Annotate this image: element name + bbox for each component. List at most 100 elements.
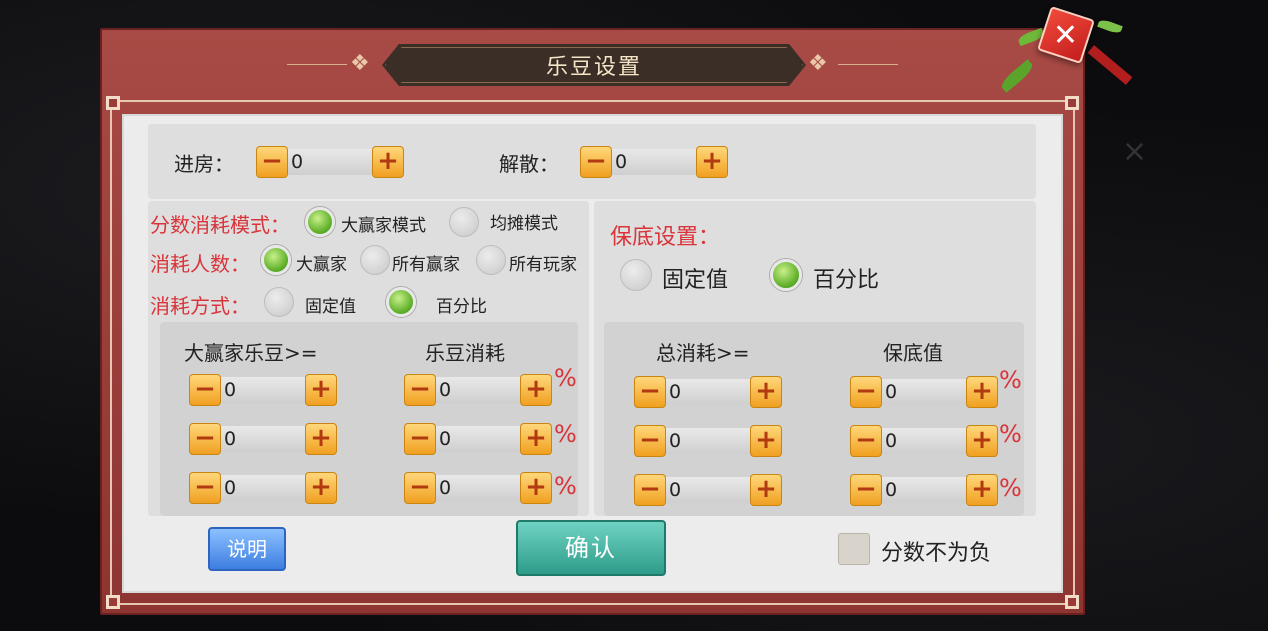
plus-button[interactable]: + xyxy=(750,425,782,457)
radio-guarantee-percent[interactable] xyxy=(770,259,802,291)
threshold-value[interactable]: 0 xyxy=(221,475,305,501)
cost-stepper: − 0 + xyxy=(404,423,552,455)
plus-button[interactable]: + xyxy=(305,374,337,406)
total-value[interactable]: 0 xyxy=(666,428,750,454)
title-line-right xyxy=(838,64,898,65)
consume-method-label: 消耗方式： xyxy=(150,294,250,318)
minus-button[interactable]: − xyxy=(189,423,221,455)
radio-label: 固定值 xyxy=(662,268,729,293)
minus-button[interactable]: − xyxy=(850,425,882,457)
dissolve-value[interactable]: 0 xyxy=(612,149,696,175)
corner-ornament xyxy=(106,96,120,110)
column-header: 保底值 xyxy=(883,341,943,365)
minus-button[interactable]: − xyxy=(850,474,882,506)
enter-room-stepper: − 0 + xyxy=(256,146,404,178)
plus-button[interactable]: + xyxy=(966,376,998,408)
minus-button[interactable]: − xyxy=(634,425,666,457)
percent-sign: % xyxy=(999,366,1022,394)
people-count-label: 消耗人数： xyxy=(150,252,250,276)
minus-button[interactable]: − xyxy=(580,146,612,178)
radio-big-winner[interactable] xyxy=(261,245,291,275)
dialog-title: 乐豆设置 xyxy=(545,55,642,80)
nonnegative-label: 分数不为负 xyxy=(881,541,992,566)
enter-room-label: 进房： xyxy=(174,152,234,176)
plus-button[interactable]: + xyxy=(305,423,337,455)
percent-sign: % xyxy=(554,472,577,500)
minus-button[interactable]: − xyxy=(189,374,221,406)
plus-button[interactable]: + xyxy=(750,474,782,506)
radio-label: 大赢家 xyxy=(296,255,347,275)
cost-value[interactable]: 0 xyxy=(436,475,520,501)
percent-sign: % xyxy=(999,474,1022,502)
column-header: 总消耗>= xyxy=(656,341,750,365)
percent-sign: % xyxy=(554,420,577,448)
minus-button[interactable]: − xyxy=(404,472,436,504)
enter-room-value[interactable]: 0 xyxy=(288,149,372,175)
plus-button[interactable]: + xyxy=(520,423,552,455)
minus-button[interactable]: − xyxy=(850,376,882,408)
minus-button[interactable]: − xyxy=(404,423,436,455)
radio-all-winners[interactable] xyxy=(360,245,390,275)
column-header: 乐豆消耗 xyxy=(425,341,505,365)
threshold-value[interactable]: 0 xyxy=(221,426,305,452)
plus-button[interactable]: + xyxy=(520,374,552,406)
radio-label: 大赢家模式 xyxy=(341,216,426,236)
radio-label: 所有赢家 xyxy=(392,255,460,275)
radio-label: 百分比 xyxy=(436,297,487,317)
guarantee-stepper: − 0 + xyxy=(850,376,998,408)
threshold-stepper: − 0 + xyxy=(189,374,337,406)
threshold-stepper: − 0 + xyxy=(189,423,337,455)
total-value[interactable]: 0 xyxy=(666,477,750,503)
cost-value[interactable]: 0 xyxy=(436,426,520,452)
plus-button[interactable]: + xyxy=(750,376,782,408)
flower-ornament-icon: ❖ xyxy=(350,51,370,76)
threshold-value[interactable]: 0 xyxy=(221,377,305,403)
flower-ornament-icon: ❖ xyxy=(808,51,828,76)
total-stepper: − 0 + xyxy=(634,425,782,457)
plus-button[interactable]: + xyxy=(520,472,552,504)
guarantee-label: 保底设置： xyxy=(610,225,721,250)
minus-button[interactable]: − xyxy=(404,374,436,406)
minus-button[interactable]: − xyxy=(634,474,666,506)
score-mode-label: 分数消耗模式： xyxy=(150,213,290,237)
corner-ornament xyxy=(106,595,120,609)
dissolve-stepper: − 0 + xyxy=(580,146,728,178)
guarantee-value[interactable]: 0 xyxy=(882,477,966,503)
radio-winner-mode[interactable] xyxy=(305,207,335,237)
radio-label: 百分比 xyxy=(813,268,880,293)
minus-button[interactable]: − xyxy=(634,376,666,408)
radio-label: 均摊模式 xyxy=(490,214,558,234)
background-close-icon: × xyxy=(1122,134,1148,169)
corner-ornament xyxy=(1065,595,1079,609)
radio-guarantee-fixed[interactable] xyxy=(620,259,652,291)
guarantee-stepper: − 0 + xyxy=(850,474,998,506)
plus-button[interactable]: + xyxy=(305,472,337,504)
minus-button[interactable]: − xyxy=(189,472,221,504)
radio-all-players[interactable] xyxy=(476,245,506,275)
guarantee-stepper: − 0 + xyxy=(850,425,998,457)
radio-percentage[interactable] xyxy=(386,287,416,317)
total-stepper: − 0 + xyxy=(634,474,782,506)
threshold-stepper: − 0 + xyxy=(189,472,337,504)
title-bar: 乐豆设置 xyxy=(382,44,806,86)
total-value[interactable]: 0 xyxy=(666,379,750,405)
guarantee-value[interactable]: 0 xyxy=(882,428,966,454)
nonnegative-checkbox[interactable] xyxy=(838,533,870,565)
guarantee-value[interactable]: 0 xyxy=(882,379,966,405)
minus-button[interactable]: − xyxy=(256,146,288,178)
cost-stepper: − 0 + xyxy=(404,374,552,406)
plus-button[interactable]: + xyxy=(696,146,728,178)
title-line-left xyxy=(287,64,347,65)
plus-button[interactable]: + xyxy=(372,146,404,178)
explain-button[interactable]: 说明 xyxy=(208,527,286,571)
corner-ornament xyxy=(1065,96,1079,110)
column-header: 大赢家乐豆>= xyxy=(184,341,318,365)
radio-fixed-value[interactable] xyxy=(264,287,294,317)
cost-value[interactable]: 0 xyxy=(436,377,520,403)
plus-button[interactable]: + xyxy=(966,474,998,506)
radio-split-mode[interactable] xyxy=(449,207,479,237)
confirm-button[interactable]: 确认 xyxy=(516,520,666,576)
plus-button[interactable]: + xyxy=(966,425,998,457)
dissolve-label: 解散： xyxy=(499,152,559,176)
close-icon: ✕ xyxy=(1053,17,1079,53)
